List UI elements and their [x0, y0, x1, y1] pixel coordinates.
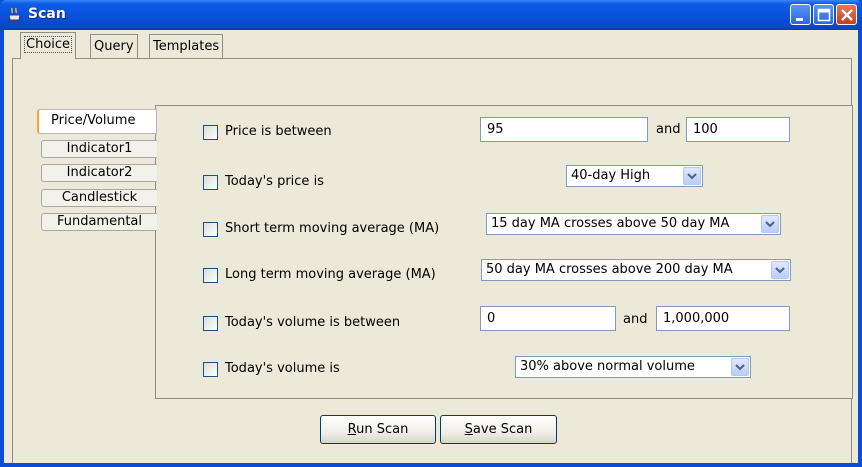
maximize-icon [817, 8, 831, 22]
window-title: Scan [28, 6, 66, 22]
short-ma-value: 15 day MA crosses above 50 day MA [491, 216, 730, 231]
long-ma-value: 50 day MA crosses above 200 day MA [486, 262, 733, 277]
tab-templates[interactable]: Templates [149, 34, 224, 58]
close-icon [841, 9, 853, 21]
side-tab-label: Candlestick [61, 190, 138, 205]
dropdown-button[interactable] [683, 167, 701, 185]
price-from-input[interactable]: 95 [480, 117, 648, 142]
side-tab-indicator2[interactable]: Indicator2 [41, 164, 157, 182]
volume-between-checkbox[interactable] [203, 316, 218, 331]
tab-choice[interactable]: Choice [20, 32, 77, 59]
close-button[interactable] [836, 4, 857, 25]
chevron-down-icon [765, 221, 775, 228]
long-ma-label: Long term moving average (MA) [225, 267, 436, 282]
tab-label: Choice [24, 36, 73, 53]
app-icon [8, 7, 22, 23]
tab-label: Templates [153, 39, 220, 54]
dropdown-button[interactable] [731, 358, 749, 376]
long-ma-select[interactable]: 50 day MA crosses above 200 day MA [481, 259, 791, 281]
short-ma-label: Short term moving average (MA) [225, 221, 440, 236]
volume-to-input[interactable]: 1,000,000 [656, 306, 790, 331]
dropdown-button[interactable] [761, 215, 779, 233]
price-volume-panel [155, 105, 853, 399]
scan-window: Scan Choice Query Templates Price/Volume… [0, 0, 862, 467]
chevron-down-icon [735, 364, 745, 371]
run-scan-button[interactable]: Run Scan [320, 415, 436, 444]
short-ma-checkbox[interactable] [203, 222, 218, 237]
side-tab-label: Indicator2 [66, 165, 133, 180]
todays-volume-value: 30% above normal volume [520, 359, 695, 374]
price-between-checkbox[interactable] [203, 125, 218, 140]
chevron-down-icon [687, 173, 697, 180]
side-tab-label: Price/Volume [51, 113, 136, 128]
todays-volume-checkbox[interactable] [203, 362, 218, 377]
save-scan-mnemonic: S [464, 422, 473, 437]
side-tab-label: Fundamental [56, 214, 143, 229]
volume-between-label: Today's volume is between [225, 315, 401, 330]
side-tab-candlestick[interactable]: Candlestick [41, 189, 157, 207]
title-bar[interactable]: Scan [0, 0, 862, 30]
long-ma-checkbox[interactable] [203, 268, 218, 283]
price-to-input[interactable]: 100 [686, 117, 790, 142]
run-scan-mnemonic: R [347, 422, 357, 437]
todays-price-select[interactable]: 40-day High [566, 165, 703, 187]
dropdown-button[interactable] [771, 261, 789, 279]
minimize-icon [796, 18, 803, 21]
side-tab-fundamental[interactable]: Fundamental [41, 213, 157, 231]
window-bottom-border [0, 463, 862, 467]
and-label: and [623, 312, 648, 327]
todays-volume-label: Today's volume is [225, 361, 340, 376]
save-scan-button[interactable]: Save Scan [440, 415, 557, 444]
side-tab-price-volume[interactable]: Price/Volume [37, 109, 157, 134]
todays-volume-select[interactable]: 30% above normal volume [515, 356, 751, 378]
run-scan-label: un Scan [356, 422, 409, 437]
maximize-button[interactable] [813, 4, 834, 25]
todays-price-value: 40-day High [571, 168, 651, 183]
volume-from-input[interactable]: 0 [480, 306, 616, 331]
and-label: and [656, 122, 681, 137]
todays-price-label: Today's price is [225, 174, 324, 189]
tab-query[interactable]: Query [90, 34, 138, 58]
save-scan-label: ave Scan [472, 422, 533, 437]
price-between-label: Price is between [225, 124, 332, 139]
short-ma-select[interactable]: 15 day MA crosses above 50 day MA [486, 213, 781, 235]
chevron-down-icon [775, 267, 785, 274]
side-tab-label: Indicator1 [66, 141, 133, 156]
tab-label: Query [94, 39, 134, 54]
side-tab-indicator1[interactable]: Indicator1 [41, 140, 157, 158]
todays-price-checkbox[interactable] [203, 175, 218, 190]
minimize-button[interactable] [790, 4, 811, 25]
